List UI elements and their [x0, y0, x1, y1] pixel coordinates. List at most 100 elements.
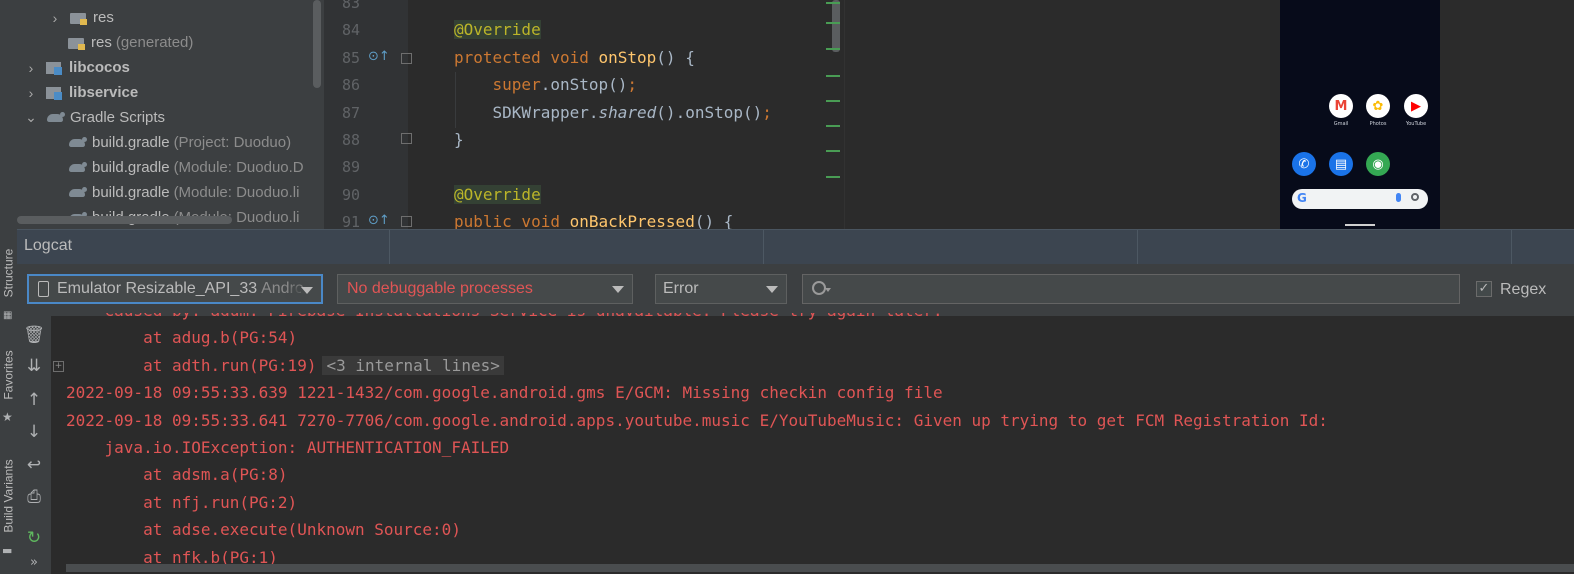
fold-icon[interactable] — [401, 53, 412, 64]
code-token: SDKWrapper. — [454, 102, 599, 122]
project-tree-vertical-scrollbar[interactable] — [313, 0, 321, 88]
tree-item[interactable]: build.gradle (Project: Duoduo) — [68, 130, 291, 155]
gmail-app-icon[interactable]: M — [1329, 94, 1353, 118]
mic-icon — [1396, 193, 1401, 202]
process-value: No debuggable processes — [347, 280, 533, 297]
print-icon[interactable]: ⎙ — [24, 487, 44, 507]
tree-item[interactable]: build.gradle(Module: Duoduo.li — [68, 180, 299, 205]
emulator-side-panel — [1440, 0, 1574, 229]
process-selector[interactable]: No debuggable processes — [337, 274, 633, 304]
restart-icon[interactable]: ↻ — [24, 528, 44, 548]
fold-icon[interactable] — [401, 216, 412, 227]
structure-tab[interactable]: Structure — [0, 238, 17, 308]
folder-icon — [70, 11, 88, 25]
expand-icon[interactable]: + — [53, 361, 64, 372]
log-line: 2022-09-18 09:55:33.639 1221-1432/com.go… — [66, 383, 943, 402]
log-text: at adse.execute(Unknown Source:0) — [66, 520, 461, 540]
line-number: 85 — [341, 48, 360, 67]
log-line: at adse.execute(Unknown Source:0) — [66, 520, 461, 539]
favorites-tab-label: Favorites — [1, 350, 16, 400]
tree-item-suffix: (generated) — [115, 34, 194, 51]
tree-item[interactable]: ⌄ Gradle Scripts — [24, 105, 165, 130]
search-dropdown-icon — [825, 288, 831, 292]
log-level-value: Error — [663, 280, 699, 297]
google-search-bar[interactable]: G — [1292, 189, 1428, 209]
line-number: 84 — [341, 21, 360, 40]
tree-item[interactable]: res (generated) — [68, 30, 193, 55]
tree-item-suffix: (Project: Duoduo) — [173, 134, 292, 151]
folder-icon — [68, 36, 86, 50]
override-marker-icon[interactable]: ⊙↑ — [368, 49, 390, 64]
log-text: at adug.b(PG:54) — [66, 328, 298, 348]
device-icon — [38, 281, 49, 297]
google-icon: G — [1297, 191, 1307, 205]
log-level-selector[interactable]: Error — [655, 274, 787, 304]
trash-icon[interactable]: 🗑 — [23, 325, 45, 345]
fold-icon[interactable] — [401, 133, 412, 144]
chrome-app-icon[interactable]: ◉ — [1366, 152, 1390, 176]
soft-wrap-icon[interactable]: ↩ — [24, 455, 44, 475]
module-icon — [46, 61, 64, 75]
app-label: YouTube — [1405, 121, 1427, 127]
lens-icon — [1411, 193, 1419, 201]
chevron-down-icon[interactable]: ⌄ — [24, 109, 38, 126]
code-token: () { — [656, 47, 695, 67]
gradle-icon — [68, 186, 88, 200]
youtube-app-icon[interactable]: ▶ — [1404, 94, 1428, 118]
code-token: protected void — [454, 47, 599, 67]
tree-item[interactable]: › libservice — [24, 80, 139, 105]
tree-item[interactable]: build.gradle (Module: Duoduo.D — [68, 155, 304, 180]
override-marker-icon[interactable]: ⊙↑ — [368, 213, 390, 228]
structure-icon: ▦ — [3, 310, 13, 321]
change-marker — [826, 2, 840, 4]
regex-checkbox[interactable]: ✓ — [1476, 281, 1492, 297]
tree-item[interactable]: › res — [48, 5, 114, 30]
device-name-suffix: Andro — [261, 280, 304, 297]
editor-scrollbar[interactable] — [832, 0, 840, 52]
code-token: .onStop() — [540, 75, 628, 95]
log-text: 2022-09-18 09:55:33.639 1221-1432/com.go… — [66, 383, 943, 403]
code-line: @Override — [454, 184, 541, 204]
internal-lines-fold[interactable]: <3 internal lines> — [322, 355, 504, 375]
gradle-icon — [46, 111, 66, 125]
more-actions-icon[interactable]: » — [24, 552, 44, 572]
scroll-to-end-icon[interactable]: ⇊ — [24, 356, 44, 376]
module-icon — [46, 86, 64, 100]
line-number: 88 — [341, 131, 360, 149]
code-token: @Override — [454, 20, 541, 40]
code-token: ; — [762, 102, 772, 122]
arrow-up-icon[interactable]: ↑ — [24, 390, 44, 410]
tree-item-label: res — [91, 34, 112, 51]
line-number: 90 — [341, 185, 360, 204]
code-token: ; — [627, 75, 638, 95]
chevron-right-icon[interactable]: › — [24, 60, 38, 76]
gradle-icon — [68, 136, 88, 150]
tree-item-label: Gradle Scripts — [70, 109, 166, 126]
tree-item[interactable]: › libcocos — [24, 55, 130, 80]
project-tree-horizontal-scrollbar[interactable] — [17, 216, 232, 224]
arrow-down-icon[interactable]: ↓ — [24, 422, 44, 442]
chevron-right-icon[interactable]: › — [24, 85, 38, 101]
logcat-search-input[interactable] — [802, 274, 1460, 304]
log-line: 2022-09-18 09:55:33.641 7270-7706/com.go… — [66, 411, 1328, 430]
tree-item-label: res — [93, 9, 114, 26]
change-marker — [826, 150, 840, 152]
chevron-down-icon — [766, 286, 778, 293]
build-variants-tab[interactable]: Build Variants — [0, 450, 17, 542]
chevron-down-icon — [301, 287, 313, 294]
code-line: super.onStop(); — [454, 75, 638, 95]
app-label: Gmail — [1333, 121, 1349, 127]
favorites-tab[interactable]: Favorites — [0, 345, 17, 405]
device-selector[interactable]: Emulator Resizable_API_33 Andro — [27, 274, 323, 304]
structure-tab-label: Structure — [1, 248, 16, 298]
messages-app-icon[interactable]: ▤ — [1329, 152, 1353, 176]
nav-handle[interactable] — [1345, 224, 1375, 226]
logcat-horizontal-scrollbar[interactable] — [66, 564, 1574, 572]
chevron-right-icon[interactable]: › — [48, 10, 62, 26]
line-number: 87 — [341, 103, 360, 122]
photos-app-icon[interactable]: ✿ — [1366, 94, 1390, 118]
tree-item-label: build.gradle — [92, 184, 170, 201]
code-line: SDKWrapper.shared().onStop(); — [454, 103, 772, 122]
phone-app-icon[interactable]: ✆ — [1292, 152, 1316, 176]
change-marker — [826, 22, 840, 24]
